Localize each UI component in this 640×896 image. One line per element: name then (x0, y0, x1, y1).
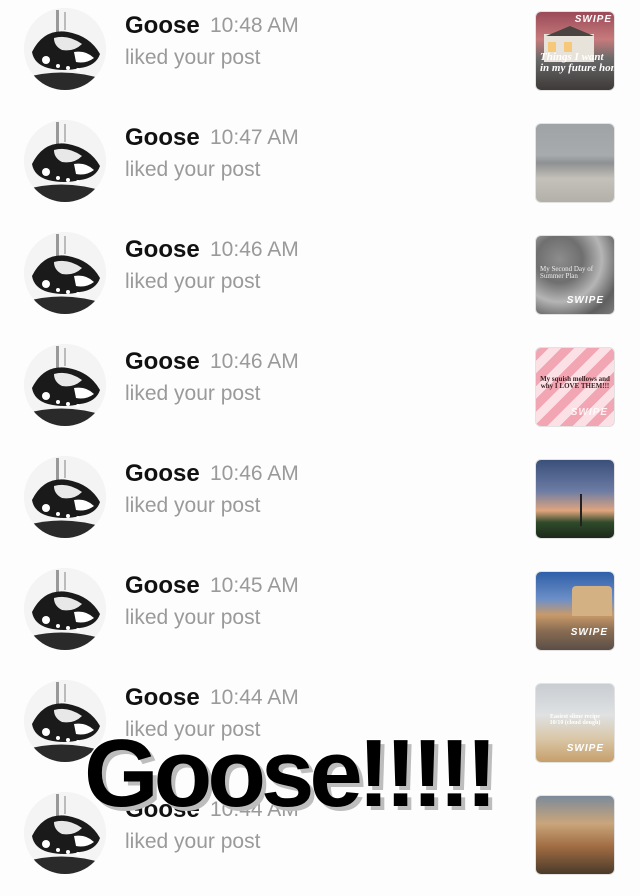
action-text: liked your post (125, 46, 261, 69)
swipe-tag: SWIPE (566, 295, 604, 306)
notification-row[interactable]: Goose 10:48 AM liked your post SWIPE Thi… (0, 0, 640, 112)
notification-row[interactable]: Goose 10:46 AM liked your post My squish… (0, 336, 640, 448)
timestamp: 10:46 AM (210, 238, 299, 261)
avatar-image (24, 344, 106, 426)
avatar[interactable] (24, 232, 106, 314)
post-thumbnail[interactable] (535, 795, 615, 875)
user-name[interactable]: Goose (125, 12, 200, 40)
thumbnail-caption: Easiest slime recipe 10/10 (cloud dough) (549, 714, 601, 726)
post-thumbnail[interactable]: My squish mellows and why I LOVE THEM!!!… (535, 347, 615, 427)
avatar-image (24, 232, 106, 314)
avatar-image (24, 8, 106, 90)
sticker-overlay-text: Goose!!!!! (84, 720, 498, 827)
avatar-image (24, 456, 106, 538)
user-name[interactable]: Goose (125, 348, 200, 376)
swipe-tag: SWIPE (574, 14, 612, 25)
avatar[interactable] (24, 456, 106, 538)
user-name[interactable]: Goose (125, 460, 200, 488)
avatar-image (24, 120, 106, 202)
action-text: liked your post (125, 382, 261, 405)
post-thumbnail[interactable] (535, 123, 615, 203)
swipe-tag: SWIPE (566, 743, 604, 754)
action-text: liked your post (125, 270, 261, 293)
timestamp: 10:44 AM (210, 686, 299, 709)
avatar-image (24, 568, 106, 650)
timestamp: 10:46 AM (210, 462, 299, 485)
user-name[interactable]: Goose (125, 684, 200, 712)
notification-row[interactable]: Goose 10:46 AM liked your post My Second… (0, 224, 640, 336)
thumbnail-caption: Things I want in my future home (540, 51, 614, 74)
notification-row[interactable]: Goose 10:46 AM liked your post (0, 448, 640, 560)
action-text: liked your post (125, 606, 261, 629)
user-name[interactable]: Goose (125, 572, 200, 600)
avatar[interactable] (24, 120, 106, 202)
swipe-tag: SWIPE (570, 407, 608, 418)
timestamp: 10:48 AM (210, 14, 299, 37)
avatar[interactable] (24, 568, 106, 650)
timestamp: 10:46 AM (210, 350, 299, 373)
thumbnail-caption: My Second Day of Summer Plan (540, 265, 594, 280)
post-thumbnail[interactable]: SWIPE (535, 571, 615, 651)
notification-row[interactable]: Goose 10:45 AM liked your post SWIPE (0, 560, 640, 672)
notification-row[interactable]: Goose 10:47 AM liked your post (0, 112, 640, 224)
action-text: liked your post (125, 158, 261, 181)
post-thumbnail[interactable] (535, 459, 615, 539)
thumbnail-caption: My squish mellows and why I LOVE THEM!!! (540, 375, 610, 390)
post-thumbnail[interactable]: My Second Day of Summer Plan SWIPE (535, 235, 615, 315)
avatar[interactable] (24, 344, 106, 426)
timestamp: 10:47 AM (210, 126, 299, 149)
post-thumbnail[interactable]: Easiest slime recipe 10/10 (cloud dough)… (535, 683, 615, 763)
action-text: liked your post (125, 830, 261, 853)
user-name[interactable]: Goose (125, 236, 200, 264)
timestamp: 10:45 AM (210, 574, 299, 597)
swipe-tag: SWIPE (570, 627, 608, 638)
avatar[interactable] (24, 8, 106, 90)
post-thumbnail[interactable]: SWIPE Things I want in my future home (535, 11, 615, 91)
action-text: liked your post (125, 494, 261, 517)
user-name[interactable]: Goose (125, 124, 200, 152)
